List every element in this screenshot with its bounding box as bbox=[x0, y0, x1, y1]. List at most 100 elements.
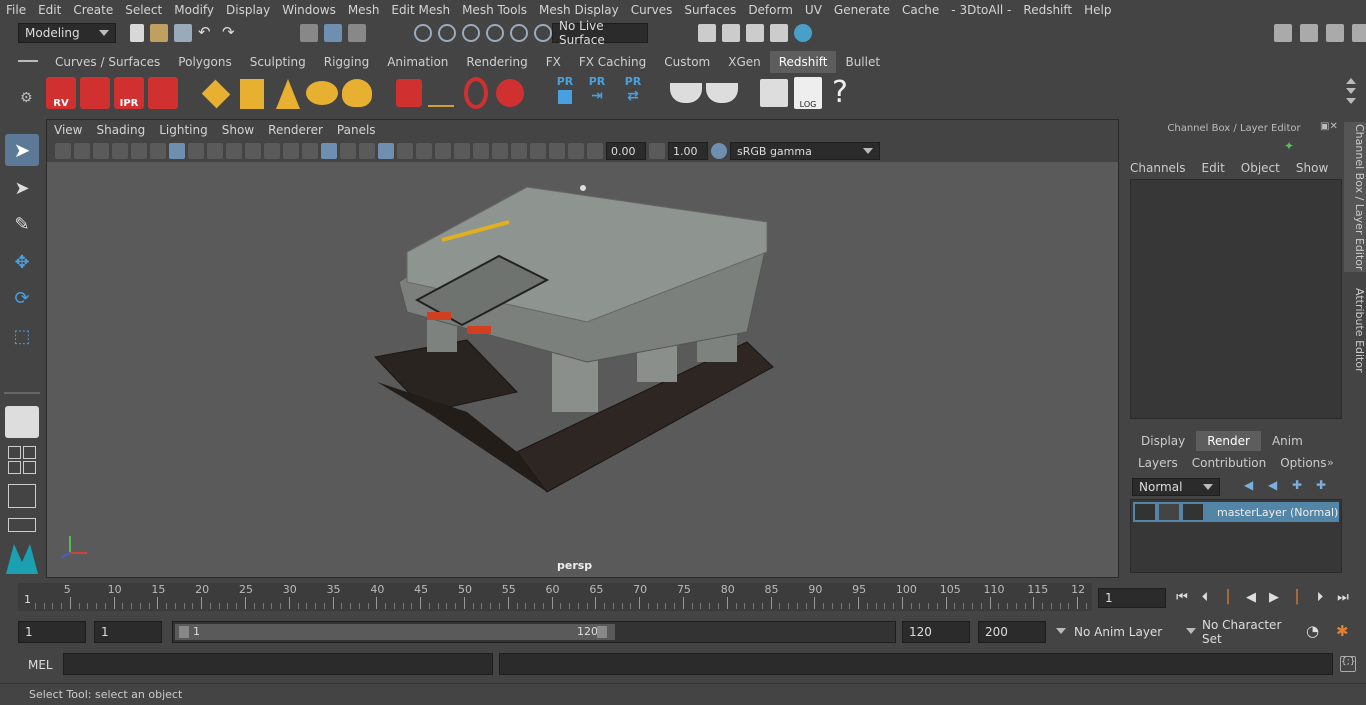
snap-curve-icon[interactable] bbox=[438, 24, 456, 42]
menu-curves[interactable]: Curves bbox=[625, 3, 679, 17]
redshift-sun-sky-button[interactable] bbox=[342, 79, 372, 107]
attribute-editor-toggle-icon[interactable] bbox=[1326, 24, 1344, 42]
motion-blur-icon[interactable] bbox=[454, 143, 470, 159]
shelf-tab-rendering[interactable]: Rendering bbox=[457, 51, 537, 73]
field-chart-icon[interactable] bbox=[245, 143, 261, 159]
graph-layout-button[interactable] bbox=[8, 518, 36, 532]
menu-cache[interactable]: Cache bbox=[896, 3, 945, 17]
select-tool-button[interactable]: ➤ bbox=[5, 134, 39, 166]
script-editor-button[interactable]: {;} bbox=[1340, 656, 1356, 672]
redshift-curve-button[interactable] bbox=[464, 77, 488, 109]
grease-pencil-icon[interactable] bbox=[150, 143, 166, 159]
snap-grid-icon[interactable] bbox=[414, 24, 432, 42]
render-view-icon[interactable] bbox=[770, 24, 788, 42]
default-material-icon[interactable] bbox=[340, 143, 356, 159]
character-set-dropdown[interactable]: No Character Set bbox=[1196, 618, 1300, 646]
shelf-tab-xgen[interactable]: XGen bbox=[719, 51, 770, 73]
shadows-icon[interactable] bbox=[416, 143, 432, 159]
redshift-spot-light-button[interactable] bbox=[276, 79, 300, 109]
color-space-dropdown[interactable]: sRGB gamma bbox=[730, 142, 880, 160]
layer-menu-options[interactable]: Options bbox=[1280, 456, 1326, 470]
channel-box-menu-object[interactable]: Object bbox=[1241, 161, 1280, 175]
render-settings-icon[interactable] bbox=[698, 24, 716, 42]
isolate-select-icon[interactable] bbox=[511, 143, 527, 159]
outliner-layout-button[interactable] bbox=[8, 484, 36, 508]
menu-display[interactable]: Display bbox=[220, 3, 276, 17]
channel-box-menu-edit[interactable]: Edit bbox=[1202, 161, 1225, 175]
menu-windows[interactable]: Windows bbox=[276, 3, 342, 17]
playback-end-field[interactable]: 120 bbox=[902, 621, 970, 643]
clapboard-icon[interactable] bbox=[1183, 504, 1203, 520]
textured-icon[interactable] bbox=[378, 143, 394, 159]
redshift-pr-object-button[interactable]: PR bbox=[554, 75, 576, 111]
redshift-proxy-button[interactable] bbox=[201, 79, 231, 109]
select-component-icon[interactable] bbox=[348, 24, 366, 42]
live-surface-field[interactable]: No Live Surface bbox=[552, 19, 648, 47]
render-frame-icon[interactable] bbox=[722, 24, 740, 42]
range-slider-bar[interactable] bbox=[175, 624, 615, 640]
range-slider[interactable]: 1 120 bbox=[172, 621, 896, 643]
color-management-icon[interactable] bbox=[711, 143, 727, 159]
redshift-dome-light-button[interactable] bbox=[306, 81, 338, 105]
ambient-occlusion-icon[interactable] bbox=[435, 143, 451, 159]
menu-mesh[interactable]: Mesh bbox=[342, 3, 386, 17]
start-time-field[interactable]: 1 bbox=[18, 621, 86, 643]
human-ik-icon[interactable] bbox=[1300, 24, 1318, 42]
menu-create[interactable]: Create bbox=[67, 3, 119, 17]
snap-view-icon[interactable] bbox=[486, 24, 504, 42]
snap-live-icon[interactable] bbox=[534, 24, 552, 42]
redshift-pr-export-button[interactable]: PR ⇥ bbox=[586, 75, 608, 111]
shelf-tab-fx[interactable]: FX bbox=[536, 51, 570, 73]
move-tool-button[interactable]: ✥ bbox=[5, 246, 39, 278]
shelf-menu-icon[interactable] bbox=[18, 55, 38, 69]
redshift-render-settings-button[interactable] bbox=[148, 77, 178, 109]
redshift-ipr-button[interactable]: IPR bbox=[114, 77, 144, 109]
move-layer-down-icon[interactable]: ◀ bbox=[1268, 478, 1284, 492]
shelf-tab-animation[interactable]: Animation bbox=[378, 51, 458, 73]
chevron-down-icon[interactable] bbox=[1050, 628, 1066, 634]
current-frame-field[interactable]: 1 bbox=[1098, 588, 1166, 608]
range-handle-end[interactable] bbox=[597, 626, 607, 638]
master-layer-row[interactable]: masterLayer (Normal) bbox=[1133, 502, 1339, 522]
menu-uv[interactable]: UV bbox=[799, 3, 828, 17]
go-to-end-icon[interactable]: ⏭ bbox=[1333, 587, 1353, 607]
menu-3dtoall[interactable]: - 3DtoAll - bbox=[945, 3, 1017, 17]
xray-joints-icon[interactable] bbox=[549, 143, 565, 159]
new-scene-icon[interactable] bbox=[130, 24, 144, 42]
select-hierarchy-icon[interactable] bbox=[300, 24, 318, 42]
gamma-field[interactable]: 1.00 bbox=[668, 142, 708, 160]
four-view-layout-button[interactable] bbox=[8, 446, 36, 474]
pie-icon[interactable] bbox=[706, 83, 738, 103]
image-plane-icon[interactable] bbox=[112, 143, 128, 159]
redshift-volume-button[interactable] bbox=[396, 79, 422, 107]
workspace-mode-dropdown[interactable]: Modeling bbox=[18, 23, 116, 43]
shelf-settings-icon[interactable]: ⚙ bbox=[20, 90, 33, 106]
tool-settings-toggle-icon[interactable] bbox=[1352, 24, 1366, 42]
new-layer-selected-icon[interactable]: ✚ bbox=[1316, 478, 1332, 492]
auto-key-icon[interactable]: ◔ bbox=[1306, 622, 1326, 642]
gate-mask-icon[interactable] bbox=[226, 143, 242, 159]
menu-help[interactable]: Help bbox=[1078, 3, 1117, 17]
new-layer-icon[interactable]: ✚ bbox=[1292, 478, 1308, 492]
bookmark-icon[interactable] bbox=[93, 143, 109, 159]
wireframe-icon[interactable] bbox=[302, 143, 318, 159]
redo-icon[interactable]: ↷ bbox=[222, 24, 240, 42]
grid-icon[interactable] bbox=[169, 143, 185, 159]
viewport-menu-view[interactable]: View bbox=[47, 123, 89, 137]
double-chevron-right-icon[interactable]: » bbox=[1327, 456, 1334, 469]
menu-modify[interactable]: Modify bbox=[168, 3, 220, 17]
step-back-key-icon[interactable]: ⎮ bbox=[1218, 587, 1238, 607]
log-file-icon[interactable]: LOG bbox=[794, 77, 822, 109]
menu-redshift[interactable]: Redshift bbox=[1017, 3, 1078, 17]
viewport-menu-lighting[interactable]: Lighting bbox=[152, 123, 215, 137]
open-scene-icon[interactable] bbox=[150, 24, 168, 42]
viewport-menu-panels[interactable]: Panels bbox=[330, 123, 383, 137]
anim-layer-dropdown[interactable]: No Anim Layer bbox=[1066, 621, 1172, 643]
resolution-gate-icon[interactable] bbox=[207, 143, 223, 159]
menu-file[interactable]: File bbox=[0, 3, 32, 17]
paint-select-tool-button[interactable]: ✎ bbox=[5, 208, 39, 240]
shelf-tab-redshift[interactable]: Redshift bbox=[769, 51, 837, 73]
xray-icon[interactable] bbox=[530, 143, 546, 159]
depth-of-field-icon[interactable] bbox=[492, 143, 508, 159]
channel-box-menu-channels[interactable]: Channels bbox=[1130, 161, 1186, 175]
